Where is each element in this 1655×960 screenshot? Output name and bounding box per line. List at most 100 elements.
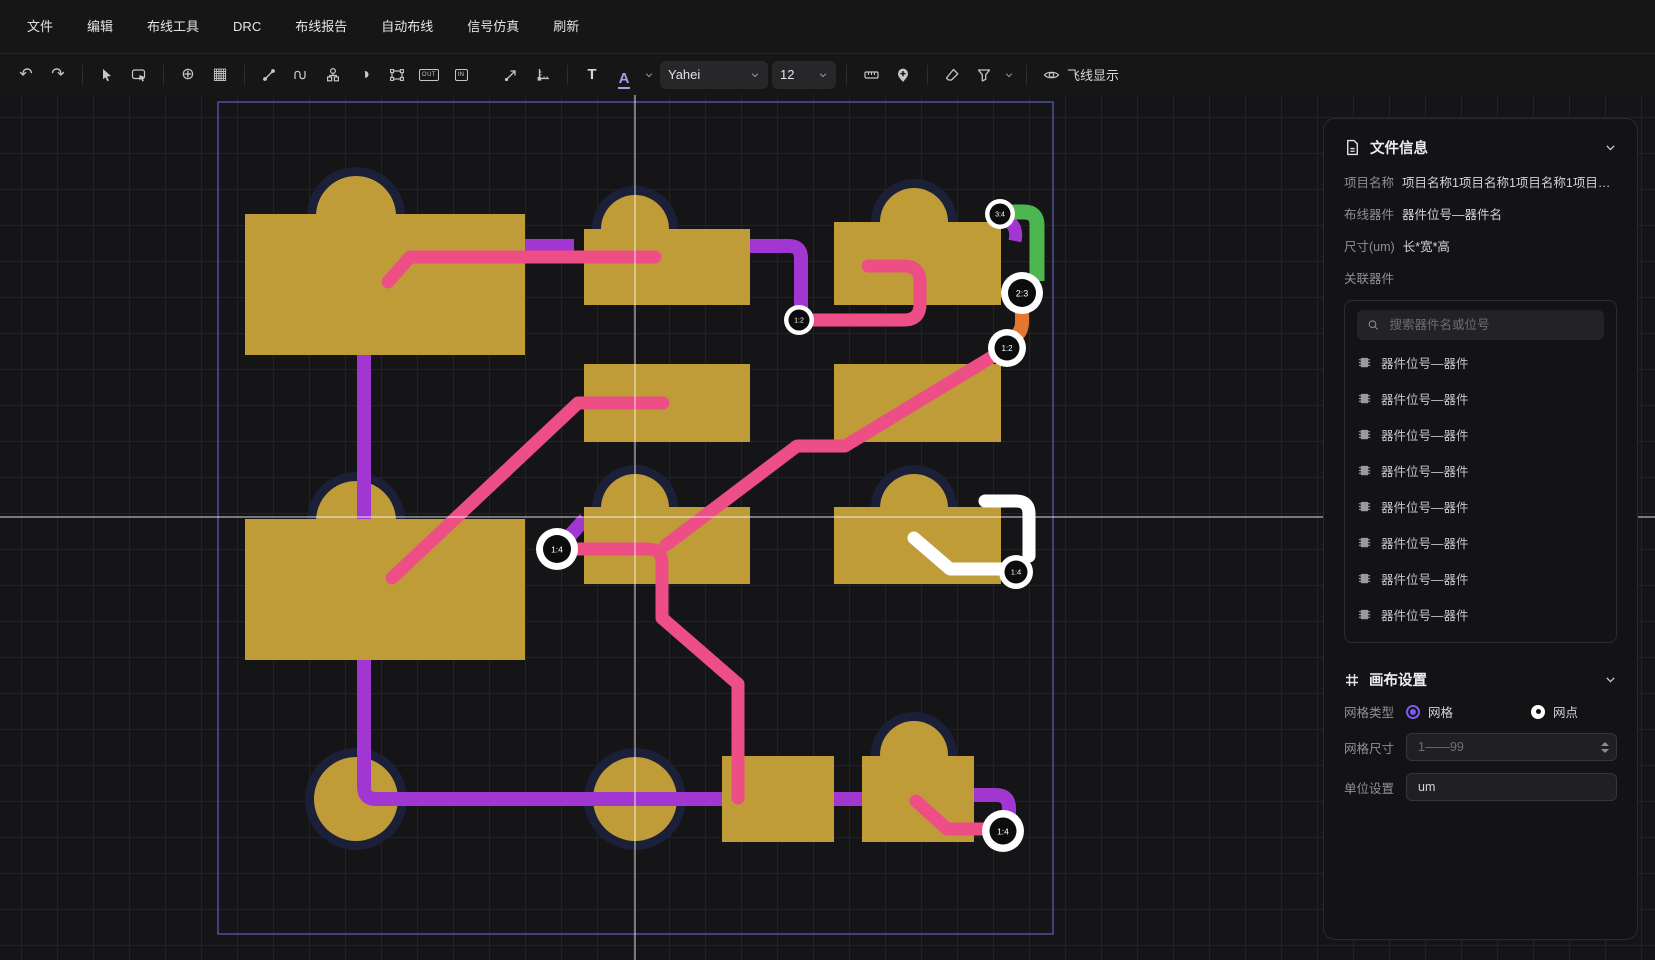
- routing-device-label: 布线器件: [1344, 204, 1394, 223]
- font-family-value: Yahei: [668, 67, 700, 82]
- file-info-panel: 文件信息 项目名称 项目名称1项目名称1项目名称1项目名称1项… 布线器件 器件…: [1323, 118, 1638, 940]
- chip-icon: [1357, 355, 1372, 370]
- svg-text:2:3: 2:3: [1016, 289, 1029, 299]
- font-color-dropdown[interactable]: [642, 61, 656, 89]
- menu-routing-report[interactable]: 布线报告: [278, 0, 364, 53]
- project-name-value: 项目名称1项目名称1项目名称1项目名称1项…: [1402, 172, 1617, 191]
- filter-button[interactable]: [970, 61, 998, 89]
- serpentine-tool-button[interactable]: [287, 61, 315, 89]
- chip-icon: [1357, 607, 1372, 622]
- via-marker-6[interactable]: 1:4: [999, 555, 1033, 589]
- pin-plus-icon: [895, 67, 911, 83]
- device-list-item[interactable]: 器件位号—器件: [1357, 452, 1604, 488]
- chevron-down-icon[interactable]: [1604, 673, 1617, 686]
- undo-button[interactable]: ↶: [12, 61, 40, 89]
- redo-button[interactable]: ↷: [44, 61, 72, 89]
- menu-signal-simulation[interactable]: 信号仿真: [450, 0, 536, 53]
- shape-rect-button[interactable]: [383, 61, 411, 89]
- text-tool-button[interactable]: T: [578, 61, 606, 89]
- diagonal-arrow-icon: [503, 67, 519, 83]
- grid-radio[interactable]: [1406, 705, 1420, 719]
- chip-icon: [1357, 571, 1372, 586]
- filter-dropdown[interactable]: [1002, 61, 1016, 89]
- grid-toggle-button[interactable]: ▦: [206, 61, 234, 89]
- box-select-button[interactable]: [125, 61, 153, 89]
- out-port-button[interactable]: OUT: [415, 61, 443, 89]
- flyline-toggle[interactable]: 飞线显示: [1043, 65, 1119, 84]
- project-name-label: 项目名称: [1344, 172, 1394, 191]
- menu-routing-tools[interactable]: 布线工具: [130, 0, 216, 53]
- origin-target-button[interactable]: ⊕: [174, 61, 202, 89]
- trace-tool-button[interactable]: [255, 61, 283, 89]
- device-list-item[interactable]: 器件位号—器件: [1357, 524, 1604, 560]
- routing-device-value: 器件位号—器件名: [1402, 204, 1502, 223]
- font-color-button[interactable]: A: [610, 61, 638, 89]
- in-label: IN: [455, 69, 468, 81]
- device-list-item[interactable]: 器件位号—器件: [1357, 380, 1604, 416]
- via-marker-7[interactable]: 1:4: [982, 810, 1024, 852]
- via-marker-1[interactable]: 3:4: [985, 199, 1015, 229]
- grid-size-input[interactable]: [1416, 739, 1607, 755]
- in-port-button[interactable]: IN: [447, 61, 475, 89]
- grid-type-label: 网格类型: [1344, 702, 1406, 721]
- device-list-item[interactable]: 器件位号—器件: [1357, 344, 1604, 380]
- serpentine-icon: [293, 67, 309, 83]
- device-list-item[interactable]: 器件位号—器件: [1357, 488, 1604, 524]
- svg-text:1:2: 1:2: [794, 318, 804, 325]
- flyline-label: 飞线显示: [1067, 65, 1119, 84]
- measure-ruler-button[interactable]: [857, 61, 885, 89]
- eraser-button[interactable]: [938, 61, 966, 89]
- via-marker-3[interactable]: 1:2: [784, 305, 814, 335]
- grid-radio-label[interactable]: 网格: [1428, 702, 1453, 721]
- font-family-select[interactable]: Yahei: [660, 61, 768, 89]
- related-devices-list: 器件位号—器件 器件位号—器件 器件位号—器件 器件位号—器件 器件位号—器件 …: [1344, 300, 1617, 643]
- chevron-down-icon: [644, 70, 654, 80]
- select-cursor-button[interactable]: [93, 61, 121, 89]
- file-info-title: 文件信息: [1370, 137, 1595, 158]
- toolbar-divider: [82, 65, 83, 85]
- topology-icon: [325, 67, 341, 83]
- device-search[interactable]: [1357, 310, 1604, 340]
- menu-edit[interactable]: 编辑: [70, 0, 130, 53]
- add-pin-button[interactable]: [889, 61, 917, 89]
- device-list-item[interactable]: 器件位号—器件: [1357, 560, 1604, 596]
- menu-drc[interactable]: DRC: [216, 0, 278, 53]
- via-marker-4[interactable]: 1:2: [988, 329, 1026, 367]
- dot-radio-label[interactable]: 网点: [1553, 702, 1578, 721]
- device-list-item[interactable]: 器件位号—器件: [1357, 596, 1604, 632]
- via-marker-2[interactable]: 2:3: [1001, 272, 1043, 314]
- contrast-tool-button[interactable]: ◑: [351, 61, 379, 89]
- toolbar-divider: [846, 65, 847, 85]
- grid-size-field[interactable]: [1406, 733, 1617, 761]
- toolbar-divider: [1026, 65, 1027, 85]
- stepper-down-icon: [1601, 749, 1609, 753]
- dot-radio[interactable]: [1531, 705, 1545, 719]
- menu-refresh[interactable]: 刷新: [536, 0, 596, 53]
- unit-field[interactable]: [1406, 773, 1617, 801]
- chevron-down-icon: [1004, 70, 1014, 80]
- font-size-select[interactable]: 12: [772, 61, 836, 89]
- size-value: 长*宽*高: [1403, 236, 1450, 255]
- cursor-icon: [99, 67, 115, 83]
- device-search-input[interactable]: [1387, 317, 1594, 333]
- menu-auto-route[interactable]: 自动布线: [364, 0, 450, 53]
- unit-input[interactable]: [1416, 779, 1607, 795]
- filter-icon: [976, 67, 992, 83]
- menu-bar: 文件 编辑 布线工具 DRC 布线报告 自动布线 信号仿真 刷新: [0, 0, 1655, 53]
- rect-handles-icon: [389, 67, 405, 83]
- ruler-corner-button[interactable]: [529, 61, 557, 89]
- unit-setting-label: 单位设置: [1344, 778, 1406, 797]
- measure-line-button[interactable]: [497, 61, 525, 89]
- component-rect: [584, 229, 750, 305]
- component-rect: [245, 519, 525, 660]
- device-list-item[interactable]: 器件位号—器件: [1357, 416, 1604, 452]
- stepper[interactable]: [1601, 734, 1609, 760]
- box-select-icon: [131, 67, 148, 83]
- toolbar-divider: [244, 65, 245, 85]
- grid-size-label: 网格尺寸: [1344, 738, 1406, 757]
- menu-file[interactable]: 文件: [10, 0, 70, 53]
- via-marker-5[interactable]: 1:4: [536, 528, 578, 570]
- chevron-down-icon[interactable]: [1604, 141, 1617, 154]
- related-devices-label: 关联器件: [1344, 268, 1394, 287]
- topology-tool-button[interactable]: [319, 61, 347, 89]
